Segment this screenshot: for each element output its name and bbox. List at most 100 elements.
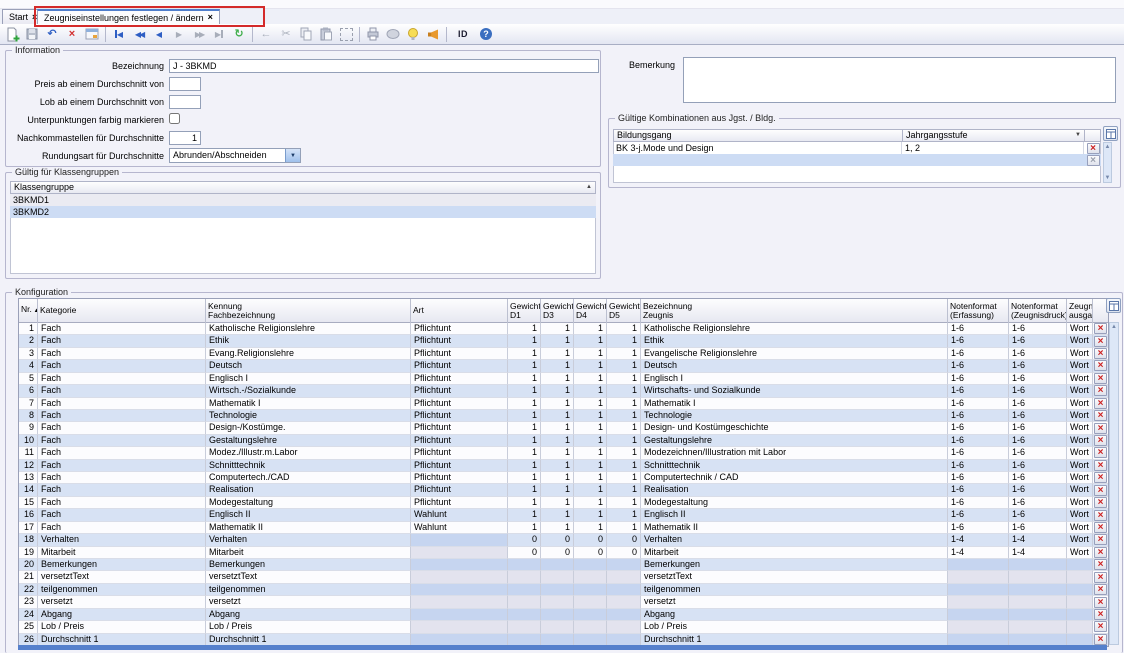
konfiguration-scrollbar[interactable]: ▲	[1109, 322, 1119, 645]
cell-d4[interactable]: 1	[574, 360, 607, 372]
cell-d4[interactable]: 1	[574, 460, 607, 472]
cell-nf_erfassung[interactable]	[948, 571, 1009, 583]
undo-button[interactable]: ↶	[42, 25, 62, 43]
cell-nf_druck[interactable]: 1-6	[1009, 410, 1067, 422]
cell-d5[interactable]: 1	[607, 410, 641, 422]
cell-nf_erfassung[interactable]: 1-6	[948, 360, 1009, 372]
print-button[interactable]	[363, 25, 383, 43]
copy-button[interactable]	[296, 25, 316, 43]
cell-kennung[interactable]: Modegestaltung	[206, 497, 411, 509]
last-record-button[interactable]: ▶	[209, 25, 229, 43]
cell-nf_druck[interactable]: 1-4	[1009, 547, 1067, 559]
cell-nr[interactable]: 18	[19, 534, 38, 546]
cell-nf_erfassung[interactable]: 1-6	[948, 447, 1009, 459]
scroll-up-icon[interactable]: ▲	[1111, 324, 1117, 330]
cell-nf_erfassung[interactable]: 1-6	[948, 398, 1009, 410]
cell-art[interactable]	[411, 596, 508, 608]
cell-kennung[interactable]: teilgenommen	[206, 584, 411, 596]
cell-art[interactable]: Pflichtunt	[411, 398, 508, 410]
cell-kennung[interactable]: Abgang	[206, 609, 411, 621]
hint-button[interactable]	[403, 25, 423, 43]
cell-d4[interactable]: 1	[574, 435, 607, 447]
delete-row-button[interactable]: ×	[1094, 534, 1107, 545]
kombinationen-header-bildungsgang[interactable]: Bildungsgang	[613, 129, 903, 142]
cell-d3[interactable]: 1	[541, 360, 574, 372]
config-row[interactable]: 24AbgangAbgangAbgang×	[19, 609, 1108, 621]
delete-row-button[interactable]: ×	[1094, 510, 1107, 521]
delete-row-button[interactable]: ×	[1094, 398, 1107, 409]
cell-kennung[interactable]: Mathematik I	[206, 398, 411, 410]
column-header-art[interactable]: Art	[411, 299, 508, 323]
cell-d5[interactable]: 1	[607, 447, 641, 459]
config-row[interactable]: 4FachDeutschPflichtunt1111Deutsch1-61-6W…	[19, 360, 1108, 372]
cell-bezeichnung[interactable]: Gestaltungslehre	[641, 435, 948, 447]
cell-nr[interactable]: 11	[19, 447, 38, 459]
column-header-nf_druck[interactable]: Notenformat(Zeugnisdruck)	[1009, 299, 1067, 323]
cell-bezeichnung[interactable]: Mathematik II	[641, 522, 948, 534]
column-header-d4[interactable]: GewichtD4	[574, 299, 607, 323]
cell-nf_erfassung[interactable]: 1-6	[948, 385, 1009, 397]
column-header-kategorie[interactable]: Kategorie	[38, 299, 206, 323]
cell-ausgabe[interactable]: Wort	[1067, 422, 1093, 434]
cell-art[interactable]	[411, 534, 508, 546]
cell-d1[interactable]: 1	[508, 435, 541, 447]
cell-d1[interactable]: 1	[508, 447, 541, 459]
cell-d3[interactable]: 1	[541, 398, 574, 410]
cell-kategorie[interactable]: Fach	[38, 385, 206, 397]
cell-d1[interactable]: 1	[508, 410, 541, 422]
cell-bezeichnung[interactable]: Ethik	[641, 335, 948, 347]
cell-ausgabe[interactable]: Wort	[1067, 447, 1093, 459]
cell-d4[interactable]: 1	[574, 335, 607, 347]
cell-d1[interactable]: 1	[508, 398, 541, 410]
cell-nf_erfassung[interactable]: 1-6	[948, 348, 1009, 360]
cell-nf_druck[interactable]	[1009, 584, 1067, 596]
kombinationen-column-config-button[interactable]	[1103, 126, 1118, 141]
cell-ausgabe[interactable]: Wort	[1067, 472, 1093, 484]
cell-d5[interactable]	[607, 584, 641, 596]
nachkommastellen-input[interactable]	[169, 131, 201, 145]
cell-d1[interactable]: 1	[508, 335, 541, 347]
column-header-nr[interactable]: Nr. ▲	[19, 299, 38, 323]
cell-kategorie[interactable]: teilgenommen	[38, 584, 206, 596]
cell-nr[interactable]: 9	[19, 422, 38, 434]
cell-d5[interactable]: 1	[607, 335, 641, 347]
cell-d4[interactable]	[574, 559, 607, 571]
scroll-up-icon[interactable]: ▲	[1105, 144, 1111, 150]
delete-row-button[interactable]: ×	[1094, 385, 1107, 396]
cell-bezeichnung[interactable]: Schnitttechnik	[641, 460, 948, 472]
cell-art[interactable]: Pflichtunt	[411, 373, 508, 385]
cell-art[interactable]: Pflichtunt	[411, 335, 508, 347]
cell-nr[interactable]: 13	[19, 472, 38, 484]
cell-d5[interactable]	[607, 621, 641, 633]
config-row[interactable]: 12FachSchnitttechnikPflichtunt1111Schnit…	[19, 460, 1108, 472]
cell-nr[interactable]: 1	[19, 323, 38, 335]
klassengruppe-row[interactable]: 3BKMD1	[10, 194, 596, 206]
cell-d3[interactable]: 1	[541, 497, 574, 509]
delete-row-button[interactable]: ×	[1094, 584, 1107, 595]
cell-bezeichnung[interactable]: Verhalten	[641, 534, 948, 546]
cell-nf_druck[interactable]: 1-6	[1009, 472, 1067, 484]
column-header-kennung[interactable]: KennungFachbezeichnung	[206, 299, 411, 323]
cell-bezeichnung[interactable]: teilgenommen	[641, 584, 948, 596]
column-header-d3[interactable]: GewichtD3	[541, 299, 574, 323]
cell-d5[interactable]	[607, 609, 641, 621]
cell-bezeichnung[interactable]: Wirtschafts- und Sozialkunde	[641, 385, 948, 397]
chevron-down-icon[interactable]: ▼	[285, 149, 300, 162]
cell-nf_druck[interactable]	[1009, 571, 1067, 583]
cell-nf_erfassung[interactable]: 1-4	[948, 534, 1009, 546]
cell-kennung[interactable]: Design-/Kostümge.	[206, 422, 411, 434]
announce-button[interactable]	[423, 25, 443, 43]
cell-d1[interactable]: 1	[508, 522, 541, 534]
cell-nf_erfassung[interactable]	[948, 621, 1009, 633]
cell-art[interactable]: Pflichtunt	[411, 472, 508, 484]
cell-d5[interactable]: 1	[607, 398, 641, 410]
cell-ausgabe[interactable]	[1067, 584, 1093, 596]
cell-kategorie[interactable]: Fach	[38, 435, 206, 447]
cell-kategorie[interactable]: Fach	[38, 522, 206, 534]
next-record-button[interactable]: ▶	[169, 25, 189, 43]
config-row[interactable]: 1FachKatholische ReligionslehrePflichtun…	[19, 323, 1108, 335]
klassengruppe-row[interactable]: 3BKMD2	[10, 206, 596, 218]
cell-kennung[interactable]: Deutsch	[206, 360, 411, 372]
cell-bezeichnung[interactable]: Computertechnik / CAD	[641, 472, 948, 484]
cell-ausgabe[interactable]: Wort	[1067, 509, 1093, 521]
